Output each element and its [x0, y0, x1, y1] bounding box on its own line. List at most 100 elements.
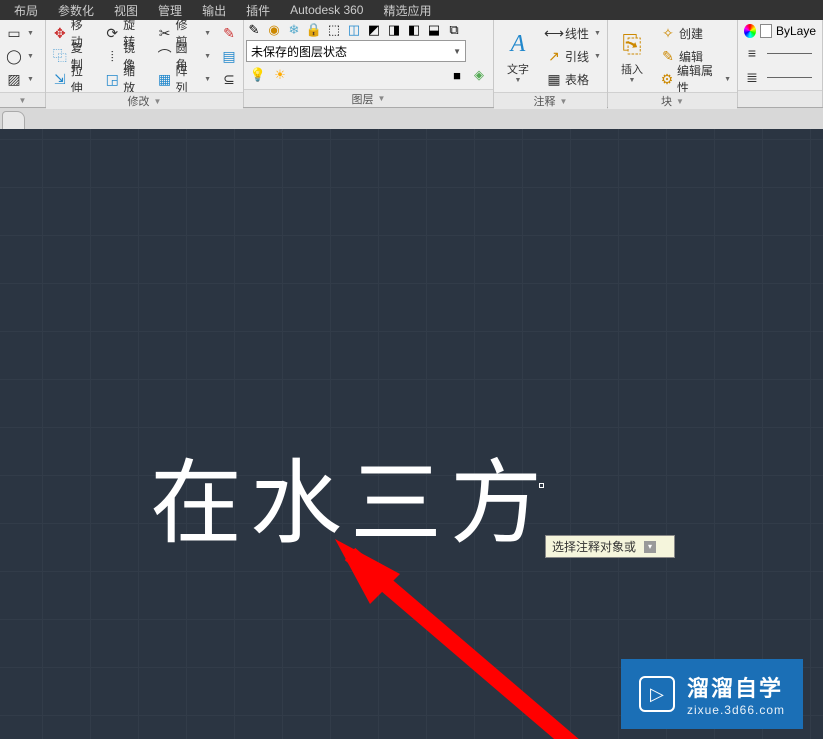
fillet-icon: ⌒: [157, 48, 173, 64]
table-icon: ▦: [546, 71, 562, 87]
document-tabs: [0, 108, 823, 129]
ribbon: ▭▼ ◯▼ ▨▼ ▼ ✥移动 ⿻复制 ⇲拉伸 ⟳旋转 ⦙镜像 ◲缩放 ✂修剪▼ …: [0, 20, 823, 108]
tooltip-text: 选择注释对象或: [552, 538, 636, 555]
linear-icon: ⟷: [546, 25, 562, 41]
insert-icon: ⎘: [616, 29, 648, 61]
panel-annotate: A 文字 ▼ ⟷线性▼ ↗引线▼ ▦表格 注释▼: [494, 20, 608, 107]
layer-state-icon[interactable]: ◉: [266, 22, 282, 38]
mirror-icon: ⦙: [104, 48, 120, 64]
panel-layer: ✎ ◉ ❄ 🔒 ⬚ ◫ ◩ ◨ ◧ ⬓ ⧉ 未保存的图层状态 ▼ 💡 ☀ ■: [244, 20, 494, 107]
menu-a360[interactable]: Autodesk 360: [280, 1, 373, 19]
move-icon: ✥: [52, 25, 68, 41]
table-button[interactable]: ▦表格: [542, 68, 605, 90]
linetype-icon: ≡: [744, 45, 760, 61]
panel-props-title: [738, 90, 822, 107]
edit-icon: ✎: [660, 48, 676, 64]
text-button[interactable]: A 文字 ▼: [496, 22, 540, 90]
hatch-icon: ▨: [6, 71, 22, 87]
watermark: ▷ 溜溜自学 zixue.3d66.com: [621, 659, 803, 729]
layer-i6-icon[interactable]: ⬓: [426, 22, 442, 38]
layer-i2-icon[interactable]: ◫: [346, 22, 362, 38]
doc-tab[interactable]: [2, 111, 25, 129]
hatch-button[interactable]: ▨▼: [2, 68, 38, 90]
layer-on-icon[interactable]: 💡: [250, 67, 266, 83]
linetype-control[interactable]: ≡: [740, 42, 820, 64]
layer-i4-icon[interactable]: ◨: [386, 22, 402, 38]
layer-props-icon[interactable]: ✎: [246, 22, 262, 38]
watermark-logo-icon: ▷: [639, 676, 675, 712]
layer-i7-icon[interactable]: ⧉: [446, 22, 462, 38]
panel-annotate-title: 注释▼: [494, 92, 607, 109]
layer-state-value: 未保存的图层状态: [251, 43, 347, 60]
text-icon: A: [502, 29, 534, 61]
color-control[interactable]: ByLaye: [740, 22, 820, 40]
create-icon: ✧: [660, 25, 676, 41]
layer-i3-icon[interactable]: ◩: [366, 22, 382, 38]
panel-block-title: 块▼: [608, 92, 737, 109]
linear-label: 线性: [565, 25, 589, 42]
rotate-icon: ⟳: [104, 25, 120, 41]
drawing-text-object[interactable]: 在水三方: [150, 429, 550, 562]
leader-label: 引线: [565, 48, 589, 65]
panel-draw: ▭▼ ◯▼ ▨▼ ▼: [0, 20, 46, 107]
copy-icon: ⿻: [52, 48, 68, 64]
text-label: 文字: [507, 61, 529, 77]
array-icon: ▦: [157, 71, 173, 87]
insert-label: 插入: [621, 61, 643, 77]
watermark-title: 溜溜自学: [687, 671, 785, 703]
lineweight-control[interactable]: ≣: [740, 66, 820, 88]
panel-layer-title: 图层▼: [244, 89, 493, 107]
scale-label: 缩放: [123, 62, 147, 96]
trim-icon: ✂: [157, 25, 173, 41]
stretch-icon: ⇲: [52, 71, 68, 87]
watermark-url: zixue.3d66.com: [687, 703, 785, 717]
panel-properties: ByLaye ≡ ≣: [738, 20, 823, 107]
lineweight-icon: ≣: [744, 69, 760, 85]
ellipse-icon: ◯: [6, 48, 22, 64]
color-wheel-icon: [744, 24, 756, 38]
edit-attr-button[interactable]: ⚙编辑属性▼: [656, 68, 735, 90]
color-swatch-icon: [760, 24, 772, 38]
rect-button[interactable]: ▭▼: [2, 22, 38, 44]
explode-icon: ▤: [221, 48, 237, 64]
layer-more-icon[interactable]: ◈: [471, 67, 487, 83]
panel-modify: ✥移动 ⿻复制 ⇲拉伸 ⟳旋转 ⦙镜像 ◲缩放 ✂修剪▼ ⌒圆角▼ ▦阵列▼ ✎…: [46, 20, 244, 107]
leader-button[interactable]: ↗引线▼: [542, 45, 605, 67]
layer-state-dropdown[interactable]: 未保存的图层状态 ▼: [246, 40, 466, 62]
leader-icon: ↗: [546, 48, 562, 64]
cursor-pickbox: [539, 483, 544, 488]
offset-button[interactable]: ⊆: [217, 68, 241, 90]
attr-label: 编辑属性: [677, 62, 719, 96]
table-label: 表格: [565, 71, 589, 88]
menu-plugins[interactable]: 插件: [236, 0, 280, 21]
create-block-button[interactable]: ✧创建: [656, 22, 735, 44]
erase-icon: ✎: [221, 25, 237, 41]
panel-block: ⎘ 插入 ▼ ✧创建 ✎编辑 ⚙编辑属性▼ 块▼: [608, 20, 738, 107]
insert-button[interactable]: ⎘ 插入 ▼: [610, 22, 654, 90]
array-button[interactable]: ▦阵列▼: [153, 68, 215, 90]
menu-layout[interactable]: 布局: [4, 0, 48, 21]
attr-icon: ⚙: [660, 71, 674, 87]
layer-sun-icon[interactable]: ☀: [272, 67, 288, 83]
panel-modify-title: 修改▼: [46, 92, 243, 109]
layer-i5-icon[interactable]: ◧: [406, 22, 422, 38]
erase-button[interactable]: ✎: [217, 22, 241, 44]
scale-button[interactable]: ◲缩放: [100, 68, 150, 90]
layer-freeze-icon[interactable]: ❄: [286, 22, 302, 38]
panel-draw-title: ▼: [0, 92, 45, 107]
tooltip-menu-icon[interactable]: ▾: [644, 541, 656, 553]
bylayer-label: ByLaye: [776, 24, 816, 38]
scale-icon: ◲: [104, 71, 120, 87]
drawing-canvas[interactable]: 在水三方 选择注释对象或 ▾ ▷ 溜溜自学 zixue.3d66.com: [0, 129, 823, 739]
offset-icon: ⊆: [221, 71, 237, 87]
stretch-button[interactable]: ⇲拉伸: [48, 68, 98, 90]
command-tooltip: 选择注释对象或 ▾: [545, 535, 675, 558]
chevron-down-icon: ▼: [453, 47, 461, 56]
ellipse-button[interactable]: ◯▼: [2, 45, 38, 67]
menu-featured[interactable]: 精选应用: [373, 0, 441, 21]
layer-i1-icon[interactable]: ⬚: [326, 22, 342, 38]
layer-lock-icon[interactable]: 🔒: [306, 22, 322, 38]
explode-button[interactable]: ▤: [217, 45, 241, 67]
linear-button[interactable]: ⟷线性▼: [542, 22, 605, 44]
layer-color-icon[interactable]: ■: [449, 67, 465, 83]
